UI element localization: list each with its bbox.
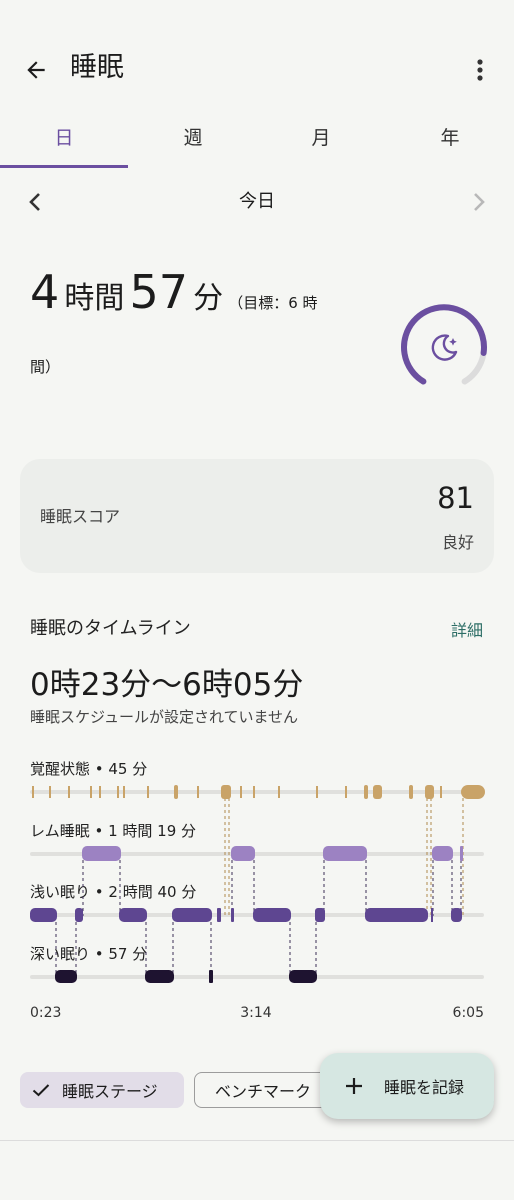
sleep-time-range: 0時23分〜6時05分 xyxy=(30,667,304,703)
x-tick-label: 6:05 xyxy=(453,1005,484,1021)
tab-year[interactable]: 年 xyxy=(386,122,514,166)
stage-label-light: 浅い眠り • 2 時間 40 分 xyxy=(30,883,196,901)
plus-icon xyxy=(346,1078,362,1094)
moon-stars-icon xyxy=(431,334,458,361)
sleep-duration: 4 時間 57 分 （目標：6 時 xyxy=(30,262,370,333)
x-tick-label: 0:23 xyxy=(30,1005,61,1021)
goal-text-continued: 間） xyxy=(30,358,61,376)
score-rating: 良好 xyxy=(441,533,474,552)
x-tick-label: 3:14 xyxy=(240,1005,272,1021)
stage-label-awake: 覚醒状態 • 45 分 xyxy=(30,760,147,778)
timeline-detail-link[interactable]: 詳細 xyxy=(451,617,483,641)
next-day-button[interactable] xyxy=(466,188,492,216)
bottom-divider xyxy=(0,1140,514,1141)
score-value: 81 xyxy=(437,481,474,515)
sleep-stage-chip-label: 睡眠ステージ xyxy=(62,1082,158,1101)
sleep-stage-chip[interactable]: 睡眠ステージ xyxy=(20,1072,184,1108)
back-button[interactable] xyxy=(18,52,54,88)
tab-week[interactable]: 週 xyxy=(129,122,257,166)
hours-unit: 時間 xyxy=(64,281,125,316)
hours-value: 4 xyxy=(30,265,60,319)
stage-label-rem: レム睡眠 • 1 時間 19 分 xyxy=(30,822,196,840)
sleep-stage-chart: 覚醒状態 • 45 分 レム睡眠 • 1 時間 19 分 浅い眠り • 2 時間… xyxy=(0,740,514,1040)
arrow-back-icon xyxy=(27,61,45,79)
chevron-left-icon xyxy=(29,193,40,211)
check-icon xyxy=(32,1084,50,1097)
stage-label-deep: 深い眠り • 57 分 xyxy=(30,945,147,963)
log-sleep-label: 睡眠を記録 xyxy=(384,1078,465,1097)
tab-day[interactable]: 日 xyxy=(0,122,128,166)
goal-progress-ring xyxy=(396,300,492,390)
minutes-value: 57 xyxy=(129,265,189,319)
sleep-score-card[interactable]: 睡眠スコア 81 良好 xyxy=(20,459,494,573)
more-vert-icon xyxy=(477,59,483,81)
track-awake xyxy=(30,790,484,794)
more-options-button[interactable] xyxy=(468,52,492,88)
tab-month[interactable]: 月 xyxy=(257,122,385,166)
score-label: 睡眠スコア xyxy=(40,507,121,526)
log-sleep-button[interactable]: 睡眠を記録 xyxy=(320,1053,494,1119)
timeline-title: 睡眠のタイムライン xyxy=(30,618,191,639)
goal-text: （目標：6 時 xyxy=(228,294,318,312)
page-title: 睡眠 xyxy=(70,52,124,83)
track-deep xyxy=(30,975,484,979)
active-tab-indicator xyxy=(0,165,128,168)
current-date: 今日 xyxy=(239,191,275,212)
minutes-unit: 分 xyxy=(193,281,224,316)
previous-day-button[interactable] xyxy=(22,188,48,216)
chevron-right-icon xyxy=(474,193,485,211)
benchmark-chip-label: ベンチマーク xyxy=(215,1082,312,1101)
schedule-note: 睡眠スケジュールが設定されていません xyxy=(30,708,299,726)
